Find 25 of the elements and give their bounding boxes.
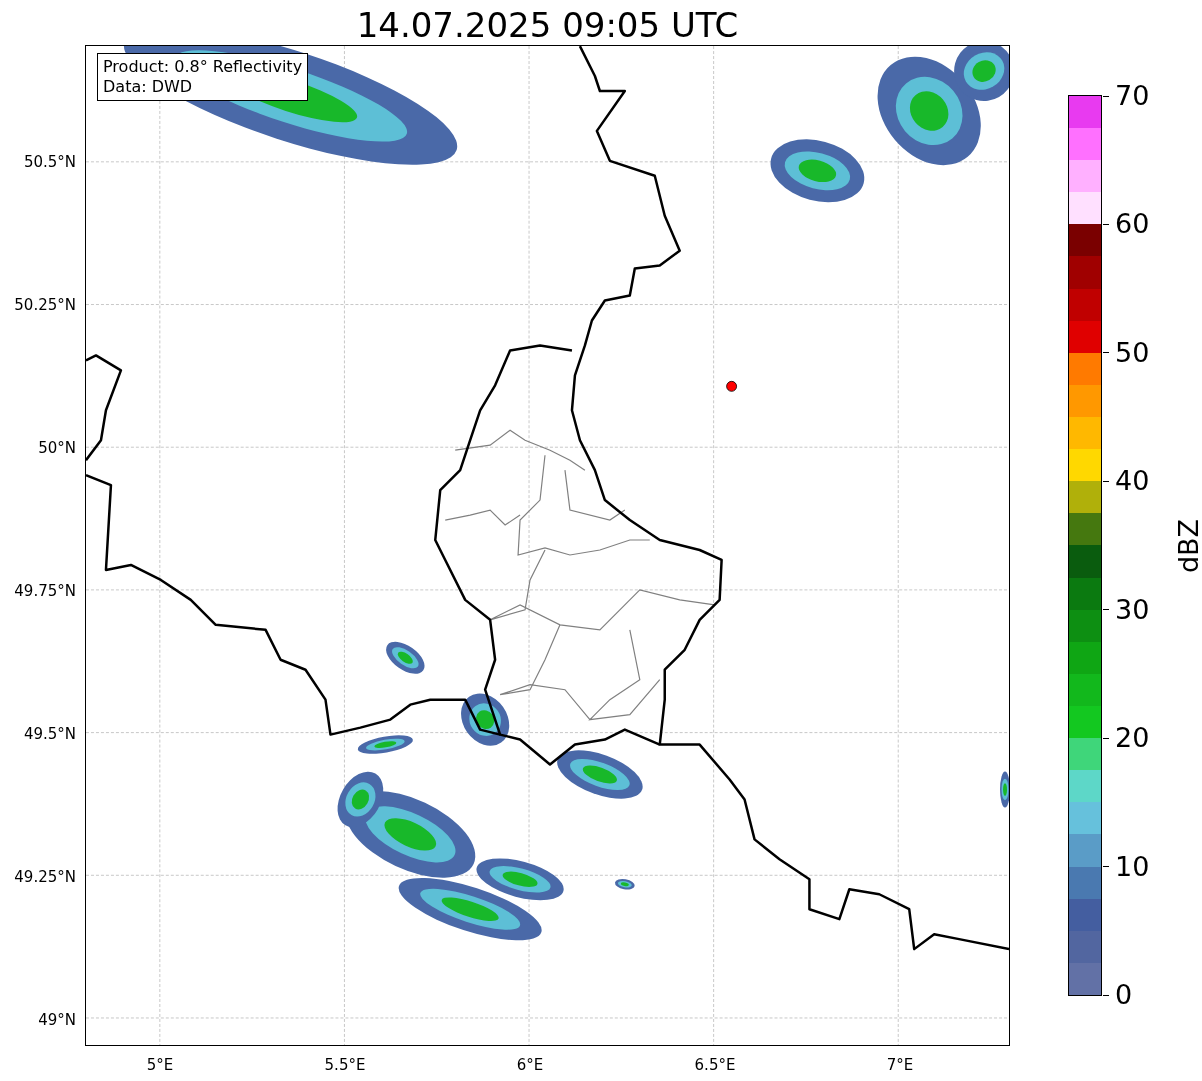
y-tick-label: 50.5°N (23, 153, 76, 171)
x-tick-label: 5.5°E (324, 1056, 366, 1074)
colorbar-tick-label: 50 (1103, 336, 1150, 369)
colorbar-tick-label: 20 (1103, 722, 1150, 755)
x-tick-label: 6.5°E (694, 1056, 736, 1074)
annotation-text: Data: DWD (103, 77, 194, 97)
y-tick-label: 49°N (38, 1011, 76, 1029)
colorbar-tick-label: 10 (1103, 850, 1150, 883)
annotation-text: Product: 0.8° Reflectivity (103, 57, 303, 77)
x-tick-label: 6°E (516, 1056, 544, 1074)
x-tick-label: 5°E (146, 1056, 174, 1074)
chart-title: 14.07.2025 09:05 UTC (355, 4, 740, 45)
y-tick-label: 50°N (38, 439, 76, 457)
y-tick-label: 50.25°N (14, 296, 76, 314)
location-marker (726, 380, 737, 392)
colorbar-tick-label: 40 (1103, 465, 1150, 498)
colorbar-label: dBZ (1172, 518, 1202, 574)
y-tick-label: 49.75°N (14, 582, 76, 600)
colorbar-tick-label: 70 (1103, 80, 1150, 112)
x-tick-label: 7°E (886, 1056, 914, 1074)
y-tick-label: 49.25°N (14, 868, 76, 886)
colorbar-tick-label: 0 (1103, 979, 1133, 1011)
colorbar-tick-label: 30 (1103, 593, 1150, 626)
colorbar-tick-label: 60 (1103, 208, 1150, 241)
y-tick-label: 49.5°N (23, 725, 76, 743)
